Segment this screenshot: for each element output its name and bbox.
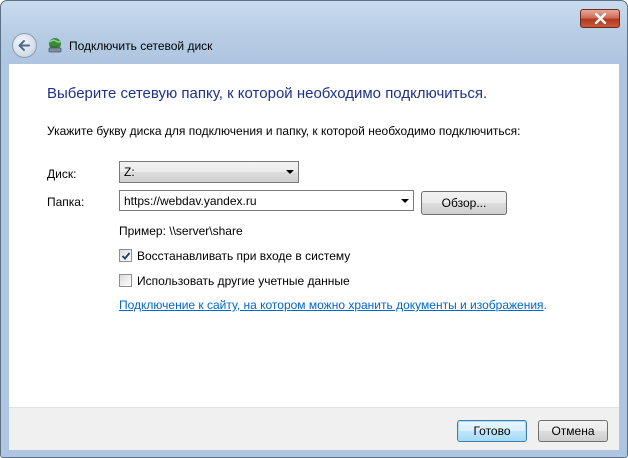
- chevron-down-icon: [401, 199, 409, 203]
- cancel-button[interactable]: Отмена: [538, 420, 608, 442]
- example-text: Пример: \\server\share: [119, 224, 243, 238]
- content-area: Выберите сетевую папку, к которой необхо…: [9, 64, 619, 407]
- drive-value: Z:: [124, 165, 135, 179]
- navigation-bar: Подключить сетевой диск: [1, 29, 627, 63]
- other-credentials-label[interactable]: Использовать другие учетные данные: [137, 274, 350, 288]
- finish-button[interactable]: Готово: [457, 420, 527, 442]
- link-suffix: .: [543, 298, 547, 312]
- network-drive-icon: [48, 38, 62, 53]
- chevron-down-icon: [286, 170, 294, 174]
- folder-label: Папка:: [47, 195, 85, 209]
- back-button[interactable]: [12, 33, 37, 58]
- browse-button[interactable]: Обзор...: [421, 191, 507, 215]
- reconnect-label[interactable]: Восстанавливать при входе в систему: [137, 249, 350, 263]
- drive-label: Диск:: [47, 167, 77, 181]
- instruction-text: Укажите букву диска для подключения и па…: [47, 124, 521, 138]
- website-link[interactable]: Подключение к сайту, на котором можно хр…: [119, 298, 544, 312]
- dialog-window: Подключить сетевой диск Выберите сетевую…: [0, 0, 628, 458]
- drive-select[interactable]: Z:: [119, 161, 299, 183]
- close-icon: [594, 13, 607, 24]
- dialog-title: Подключить сетевой диск: [69, 39, 213, 53]
- folder-value: https://webdav.yandex.ru: [124, 194, 257, 208]
- website-link-row: Подключение к сайту, на котором можно хр…: [119, 298, 547, 312]
- main-heading: Выберите сетевую папку, к которой необхо…: [47, 85, 488, 102]
- back-arrow-icon: [18, 40, 30, 51]
- checkmark-icon: [121, 252, 131, 260]
- reconnect-checkbox[interactable]: [119, 249, 132, 262]
- close-button[interactable]: [580, 9, 620, 28]
- other-credentials-checkbox[interactable]: [119, 274, 132, 287]
- folder-input[interactable]: https://webdav.yandex.ru: [119, 190, 414, 211]
- button-bar: Готово Отмена: [9, 407, 619, 450]
